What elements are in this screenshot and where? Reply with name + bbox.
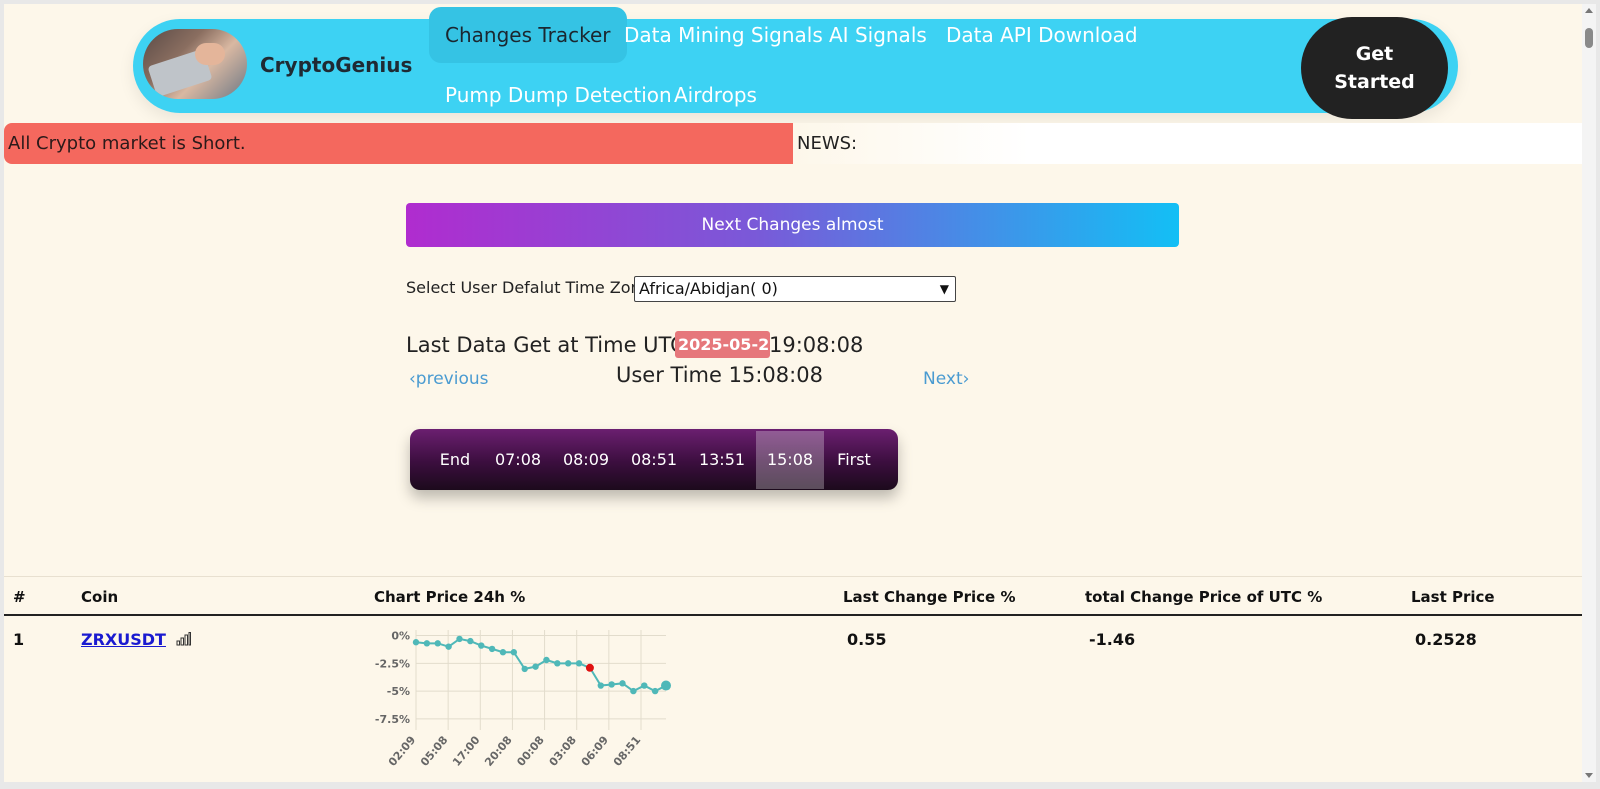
nav-ai-signals[interactable]: AI Signals — [829, 23, 927, 47]
data-point — [478, 642, 485, 649]
nav-airdrops[interactable]: Airdrops — [674, 83, 757, 107]
time-button[interactable]: 08:51 — [620, 431, 688, 489]
data-point — [499, 649, 507, 656]
total-change-value: -1.46 — [1089, 630, 1136, 649]
data-point — [412, 639, 420, 646]
timezone-label: Select User Defalut Time Zone: — [406, 278, 656, 297]
time-button[interactable]: 07:08 — [484, 431, 552, 489]
time-button-first[interactable]: First — [824, 431, 884, 489]
nav-pump-dump-detection[interactable]: Pump Dump Detection — [445, 83, 672, 107]
data-point — [619, 680, 626, 687]
get-started-line1: Get — [1355, 42, 1394, 65]
get-started-button[interactable]: Get Started — [1301, 17, 1448, 119]
brand-name[interactable]: CryptoGenius — [260, 53, 412, 77]
bar-chart-icon[interactable] — [176, 632, 191, 646]
date-badge: 2025-05-25 — [675, 331, 770, 358]
col-header-last-change[interactable]: Last Change Price % — [843, 588, 1015, 606]
market-alert-bar: All Crypto market is Short. — [4, 123, 793, 164]
series-line — [415, 637, 667, 693]
x-tick-label: 05:08 — [418, 734, 450, 769]
col-header-total-change[interactable]: total Change Price of UTC % — [1085, 588, 1322, 606]
previous-link[interactable]: ‹previous — [409, 369, 488, 389]
x-tick-label: 20:08 — [482, 734, 514, 769]
data-point — [434, 640, 441, 647]
table-row: 1 ZRXUSDT 0% -2.5% -5% -7.5% 02:09 05:08 17:00… — [4, 616, 1582, 782]
hand-photo — [195, 43, 225, 65]
data-point — [651, 687, 659, 695]
page-viewport: CryptoGenius Changes Tracker Data Mining… — [4, 4, 1582, 782]
data-point — [456, 635, 463, 643]
data-point — [597, 682, 604, 689]
time-button[interactable]: 13:51 — [688, 431, 756, 489]
data-point — [543, 656, 550, 664]
x-tick-label: 08:51 — [611, 734, 643, 769]
last-price-value: 0.2528 — [1415, 630, 1477, 649]
chevron-down-icon: ▼ — [939, 282, 949, 296]
x-tick-label: 03:08 — [547, 734, 579, 769]
time-button-end[interactable]: End — [426, 431, 484, 489]
data-point — [575, 660, 583, 667]
data-point — [564, 660, 572, 667]
news-ticker: NEWS: — [793, 123, 1582, 164]
user-time: User Time 15:08:08 — [616, 363, 823, 387]
time-pager: End 07:08 08:09 08:51 13:51 15:08 First — [410, 429, 898, 490]
nav-changes-tracker[interactable]: Changes Tracker — [429, 7, 627, 63]
nav-data-mining-signals[interactable]: Data Mining Signals — [624, 23, 823, 47]
y-tick-label: 0% — [391, 630, 410, 643]
scrollbar-thumb[interactable] — [1585, 28, 1593, 48]
x-tick-label: 17:00 — [450, 733, 483, 768]
next-link[interactable]: Next› — [923, 369, 969, 389]
table-header: # Coin Chart Price 24h % Last Change Pri… — [4, 576, 1582, 616]
highlight-point — [585, 663, 594, 672]
x-tick-label: 06:09 — [579, 734, 611, 769]
data-point — [467, 637, 474, 645]
row-index: 1 — [13, 630, 25, 649]
top-navbar: CryptoGenius Changes Tracker Data Mining… — [133, 7, 1458, 113]
data-point — [445, 643, 452, 650]
data-point — [630, 687, 637, 695]
next-changes-banner: Next Changes almost — [406, 203, 1179, 247]
time-button[interactable]: 08:09 — [552, 431, 620, 489]
data-point — [510, 649, 518, 656]
col-header-index: # — [13, 588, 26, 606]
data-point — [608, 681, 615, 688]
changes-table: # Coin Chart Price 24h % Last Change Pri… — [4, 576, 1582, 782]
x-tick-label: 00:08 — [514, 734, 546, 769]
col-header-coin[interactable]: Coin — [81, 588, 118, 606]
timezone-select[interactable]: Africa/Abidjan( 0) ▼ — [634, 276, 956, 302]
time-button-active[interactable]: 15:08 — [756, 430, 824, 489]
coin-link[interactable]: ZRXUSDT — [81, 630, 166, 649]
col-header-last-price[interactable]: Last Price — [1411, 588, 1495, 606]
data-point — [661, 680, 671, 691]
data-point — [641, 682, 648, 689]
col-header-chart: Chart Price 24h % — [374, 588, 526, 606]
x-tick-label: 02:09 — [386, 734, 418, 769]
data-point — [521, 665, 528, 673]
scroll-down-arrow-icon[interactable] — [1585, 773, 1593, 778]
get-started-line2: Started — [1334, 71, 1415, 93]
nav-data-api-download[interactable]: Data API Download — [946, 23, 1138, 47]
data-point — [554, 660, 561, 667]
coin-cell: ZRXUSDT — [81, 630, 191, 649]
y-tick-label: -5% — [387, 685, 410, 698]
brand-avatar — [143, 29, 247, 99]
y-tick-label: -7.5% — [375, 713, 410, 726]
scroll-up-arrow-icon[interactable] — [1585, 8, 1593, 13]
vertical-scrollbar[interactable] — [1582, 4, 1596, 782]
price-sparkline-chart: 0% -2.5% -5% -7.5% 02:09 05:08 17:00 20:08 00:08… — [375, 630, 671, 769]
data-point — [532, 663, 539, 670]
last-change-value: 0.55 — [847, 630, 887, 649]
utc-time: 19:08:08 — [769, 333, 864, 357]
data-point — [488, 645, 496, 653]
last-data-label: Last Data Get at Time UTC — [406, 333, 685, 357]
timezone-select-value: Africa/Abidjan( 0) — [639, 279, 778, 298]
y-tick-label: -2.5% — [375, 657, 410, 670]
data-point — [423, 640, 431, 647]
